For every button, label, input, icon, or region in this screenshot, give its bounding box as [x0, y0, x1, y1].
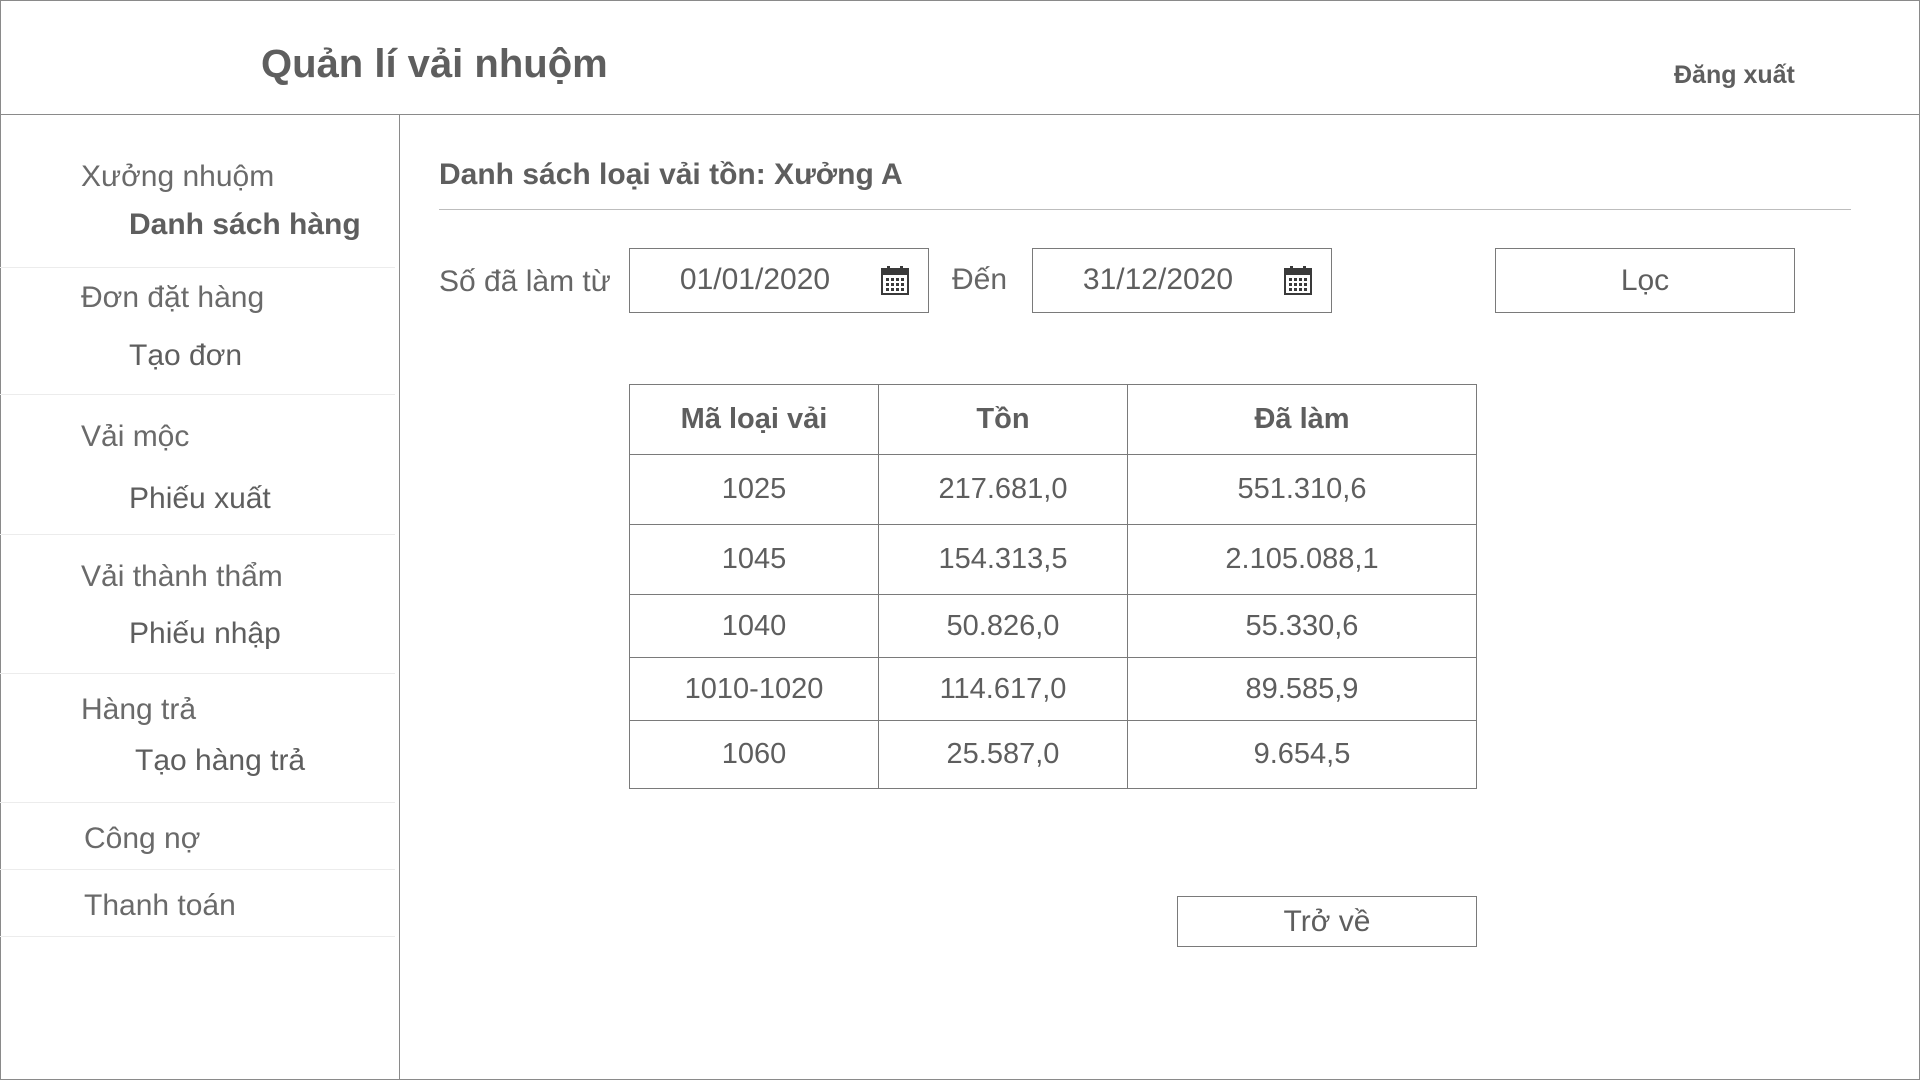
table-cell: 2.105.088,1 [1127, 524, 1477, 595]
sidebar-group-vai-moc: Vải mộc Phiếu xuất [0, 395, 395, 535]
sidebar-group-don-dat-hang: Đơn đặt hàng Tạo đơn [0, 268, 395, 395]
column-header[interactable]: Mã loại vải [629, 384, 879, 455]
sidebar-group-cong-no: Công nợ [0, 803, 395, 870]
sidebar: Xưởng nhuộm Danh sách hàng Đơn đặt hàng … [0, 115, 400, 1080]
table-cell: 1040 [629, 594, 879, 658]
sidebar-subitem-phieu-xuat[interactable]: Phiếu xuất [129, 482, 271, 516]
calendar-icon[interactable] [881, 266, 909, 295]
logout-link[interactable]: Đăng xuất [1674, 61, 1795, 90]
table-cell: 55.330,6 [1127, 594, 1477, 658]
table-cell: 89.585,9 [1127, 657, 1477, 721]
sidebar-item-thanh-toan[interactable]: Thanh toán [84, 889, 236, 923]
sidebar-group-hang-tra: Hàng trả Tạo hàng trả [0, 674, 395, 803]
table-row[interactable]: 1025 217.681,0 551.310,6 [629, 454, 1477, 525]
sidebar-item-xuong-nhuom[interactable]: Xưởng nhuộm [81, 160, 274, 194]
table-row[interactable]: 1045 154.313,5 2.105.088,1 [629, 524, 1477, 595]
table-cell: 1045 [629, 524, 879, 595]
stock-table: Mã loại vải Tồn Đã làm 1025 217.681,0 55… [629, 384, 1477, 789]
to-date-label: Đến [952, 263, 1008, 296]
sidebar-item-don-dat-hang[interactable]: Đơn đặt hàng [81, 281, 264, 315]
back-button[interactable]: Trở về [1177, 896, 1477, 947]
table-cell: 114.617,0 [878, 657, 1128, 721]
page-title: Danh sách loại vải tồn: Xưởng A [439, 158, 903, 191]
to-date-field [1032, 248, 1332, 313]
from-date-field [629, 248, 929, 313]
sidebar-group-vai-thanh-tham: Vải thành thẩm Phiếu nhập [0, 535, 395, 674]
table-row[interactable]: 1040 50.826,0 55.330,6 [629, 594, 1477, 658]
sidebar-item-vai-thanh-tham[interactable]: Vải thành thẩm [81, 560, 283, 594]
sidebar-item-cong-no[interactable]: Công nợ [84, 822, 200, 856]
column-header[interactable]: Đã làm [1127, 384, 1477, 455]
app-title: Quản lí vải nhuộm [261, 42, 608, 86]
to-date-input[interactable] [1043, 261, 1273, 299]
filter-button[interactable]: Lọc [1495, 248, 1795, 313]
title-divider [439, 209, 1851, 210]
sidebar-group-xuong-nhuom: Xưởng nhuộm Danh sách hàng [0, 115, 395, 268]
table-cell: 50.826,0 [878, 594, 1128, 658]
sidebar-item-vai-moc[interactable]: Vải mộc [81, 420, 189, 454]
sidebar-subitem-tao-don[interactable]: Tạo đơn [129, 339, 242, 373]
calendar-icon[interactable] [1284, 266, 1312, 295]
table-row[interactable]: 1060 25.587,0 9.654,5 [629, 720, 1477, 789]
sidebar-subitem-phieu-nhap[interactable]: Phiếu nhập [129, 617, 281, 651]
table-header-row: Mã loại vải Tồn Đã làm [629, 384, 1477, 455]
sidebar-subitem-tao-hang-tra[interactable]: Tạo hàng trả [135, 744, 305, 778]
from-date-input[interactable] [640, 261, 870, 299]
table-cell: 217.681,0 [878, 454, 1128, 525]
column-header[interactable]: Tồn [878, 384, 1128, 455]
from-date-label: Số đã làm từ [439, 265, 611, 298]
table-cell: 551.310,6 [1127, 454, 1477, 525]
sidebar-subitem-danh-sach-hang[interactable]: Danh sách hàng [129, 208, 361, 242]
table-cell: 9.654,5 [1127, 720, 1477, 789]
sidebar-group-thanh-toan: Thanh toán [0, 870, 395, 937]
table-cell: 154.313,5 [878, 524, 1128, 595]
table-cell: 25.587,0 [878, 720, 1128, 789]
sidebar-item-hang-tra[interactable]: Hàng trả [81, 693, 196, 727]
table-row[interactable]: 1010-1020 114.617,0 89.585,9 [629, 657, 1477, 721]
table-cell: 1060 [629, 720, 879, 789]
table-cell: 1010-1020 [629, 657, 879, 721]
table-cell: 1025 [629, 454, 879, 525]
